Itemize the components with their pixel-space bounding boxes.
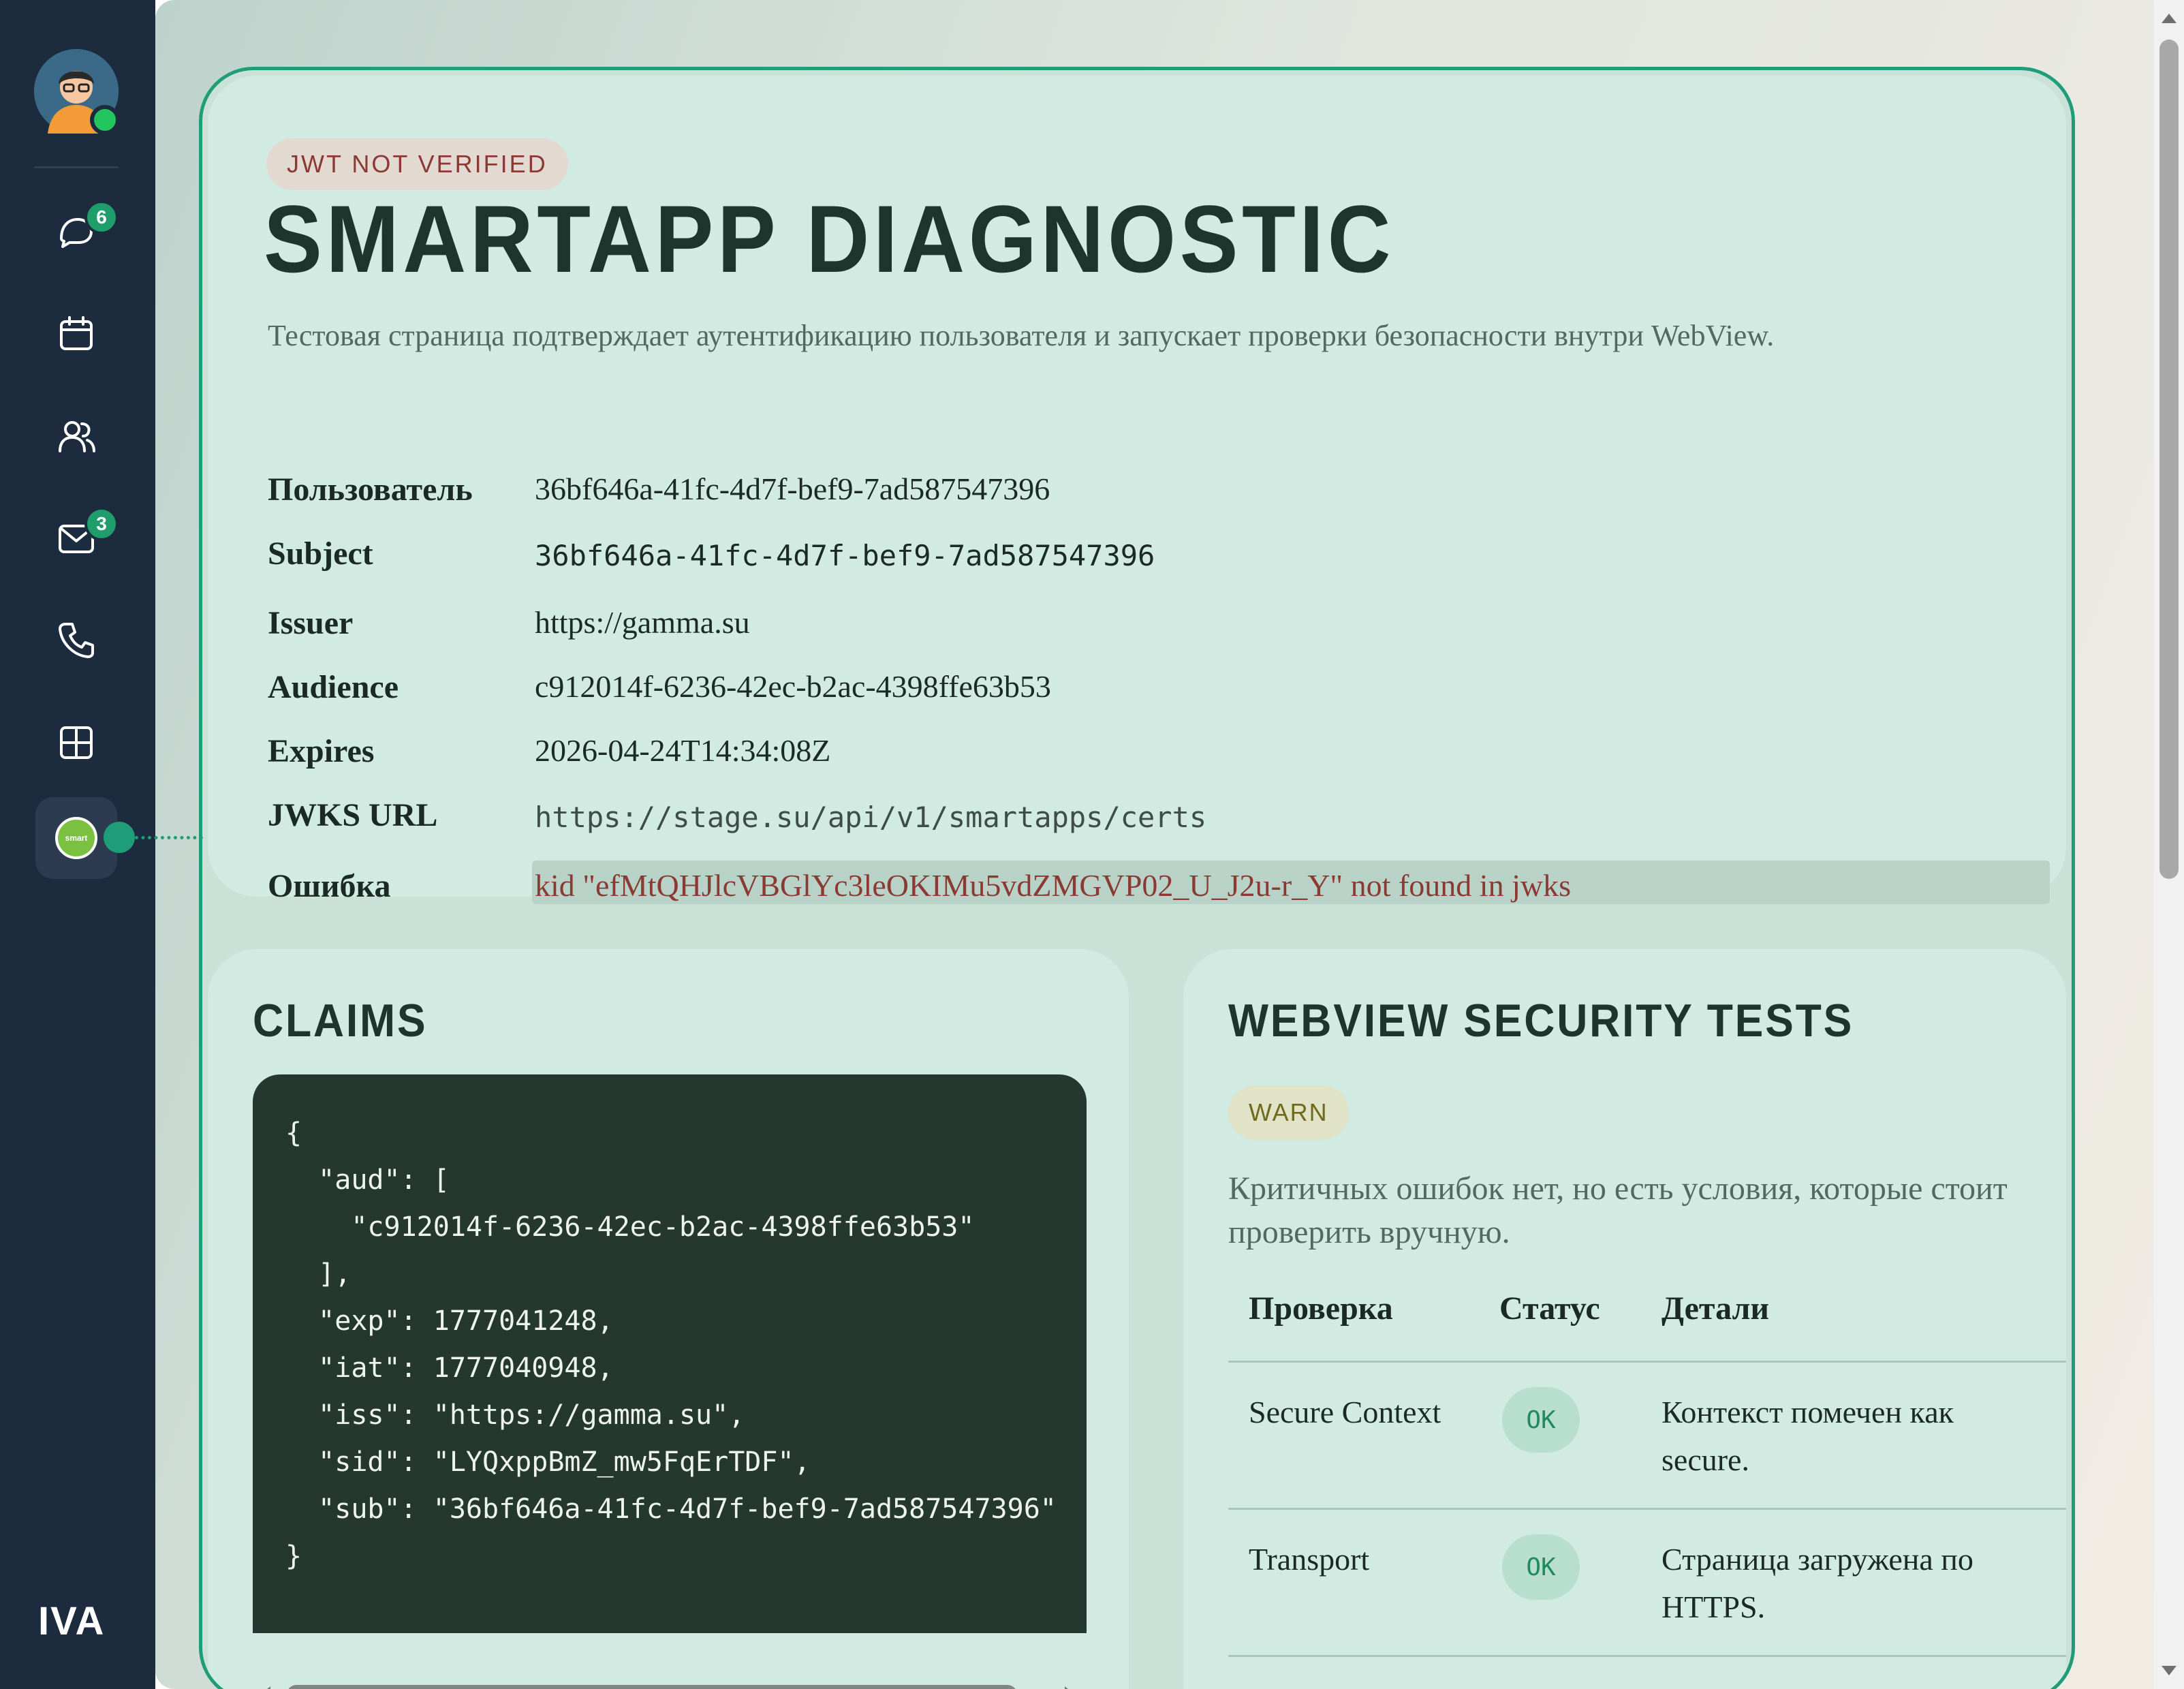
smartapp-icon-label: smart xyxy=(65,833,88,843)
claims-json-block[interactable]: { "aud": [ "c912014f-6236-42ec-b2ac-4398… xyxy=(253,1074,1087,1633)
claims-card: CLAIMS { "aud": [ "c912014f-6236-42ec-b2… xyxy=(208,949,1129,1689)
claims-title: CLAIMS xyxy=(253,995,428,1047)
scroll-right-icon[interactable] xyxy=(1065,1686,1076,1689)
diagnostic-hero-card: JWT NOT VERIFIED SMARTAPP DIAGNOSTIC Тес… xyxy=(208,76,2066,904)
info-label: Subject xyxy=(268,536,373,572)
info-value[interactable]: https://stage.su/api/v1/smartapps/certs xyxy=(535,801,1206,834)
contacts-icon xyxy=(59,421,95,452)
iva-logo: IVA xyxy=(38,1599,106,1643)
info-value: 36bf646a-41fc-4d7f-bef9-7ad587547396 xyxy=(535,539,1155,572)
smartapp-icon: smart xyxy=(55,817,97,859)
table-row: Transport OK Страница загружена по HTTPS… xyxy=(1228,1510,2066,1657)
scroll-thumb[interactable] xyxy=(287,1685,1017,1689)
page-description: Тестовая страница подтверждает аутентифи… xyxy=(268,319,1775,352)
column-header-status: Статус xyxy=(1499,1290,1600,1327)
apps-grid-icon xyxy=(60,726,93,759)
chats-badge: 6 xyxy=(84,200,119,234)
info-value: 2026-04-24T14:34:08Z xyxy=(535,733,831,768)
test-details: Страница загружена по HTTPS. xyxy=(1662,1542,1974,1624)
scroll-down-icon[interactable] xyxy=(2162,1666,2177,1675)
tests-description: Критичных ошибок нет, но есть условия, к… xyxy=(1228,1171,2008,1250)
scroll-thumb[interactable] xyxy=(2159,40,2179,879)
column-header-details: Детали xyxy=(1662,1290,1770,1327)
test-name: Secure Context xyxy=(1249,1395,1441,1429)
rail-item-apps[interactable] xyxy=(35,702,117,784)
page-title: SMARTAPP DIAGNOSTIC xyxy=(264,185,1395,292)
rail-item-contacts[interactable] xyxy=(35,395,117,477)
info-value: 36bf646a-41fc-4d7f-bef9-7ad587547396 xyxy=(535,471,1050,506)
page-vertical-scrollbar[interactable] xyxy=(2154,0,2184,1689)
claims-json-text: { "aud": [ "c912014f-6236-42ec-b2ac-4398… xyxy=(285,1117,1057,1572)
tests-status-badge: WARN xyxy=(1228,1085,1349,1140)
info-label: Ошибка xyxy=(268,868,391,904)
jwt-status-badge: JWT NOT VERIFIED xyxy=(266,138,568,190)
rail-divider xyxy=(34,166,119,168)
tests-title: WEBVIEW SECURITY TESTS xyxy=(1228,995,1854,1047)
info-label: Пользователь xyxy=(268,471,473,508)
claims-horizontal-scrollbar[interactable] xyxy=(253,1678,1087,1689)
info-value: c912014f-6236-42ec-b2ac-4398ffe63b53 xyxy=(535,669,1051,704)
rail-item-calendar[interactable] xyxy=(35,293,117,375)
scroll-up-icon[interactable] xyxy=(2162,14,2177,23)
rail-item-chats[interactable]: 6 xyxy=(35,191,119,273)
rail-item-calls[interactable] xyxy=(35,600,117,681)
mail-badge: 3 xyxy=(84,507,119,541)
smartapp-frame: JWT NOT VERIFIED SMARTAPP DIAGNOSTIC Тес… xyxy=(199,67,2075,1689)
status-badge: OK xyxy=(1502,1387,1580,1453)
scroll-left-icon[interactable] xyxy=(260,1686,270,1689)
test-details: Контекст помечен как secure. xyxy=(1662,1395,1954,1477)
info-label: Audience xyxy=(268,669,399,705)
info-label: Issuer xyxy=(268,605,354,641)
info-label: JWKS URL xyxy=(268,797,438,833)
info-label: Expires xyxy=(268,733,375,769)
row-divider xyxy=(1228,1655,2066,1657)
calendar-icon xyxy=(60,316,93,350)
table-row: Secure Context OK Контекст помечен как s… xyxy=(1228,1363,2066,1510)
phone-icon xyxy=(59,623,94,658)
webview-security-tests-card: WEBVIEW SECURITY TESTS WARN Критичных ош… xyxy=(1183,949,2066,1689)
presence-online-indicator xyxy=(90,105,120,135)
webview-content: JWT NOT VERIFIED SMARTAPP DIAGNOSTIC Тес… xyxy=(155,0,2154,1689)
error-message: kid "efMtQHJlcVBGlYc3leOKIMu5vdZMGVP02_U… xyxy=(535,868,1571,903)
info-value: https://gamma.su xyxy=(535,605,750,640)
rail-item-mail[interactable]: 3 xyxy=(35,497,119,579)
status-badge: OK xyxy=(1502,1534,1580,1600)
active-indicator-line xyxy=(135,836,203,839)
active-indicator-dot xyxy=(104,822,135,853)
column-header-check: Проверка xyxy=(1249,1290,1393,1327)
test-name: Transport xyxy=(1249,1542,1370,1577)
